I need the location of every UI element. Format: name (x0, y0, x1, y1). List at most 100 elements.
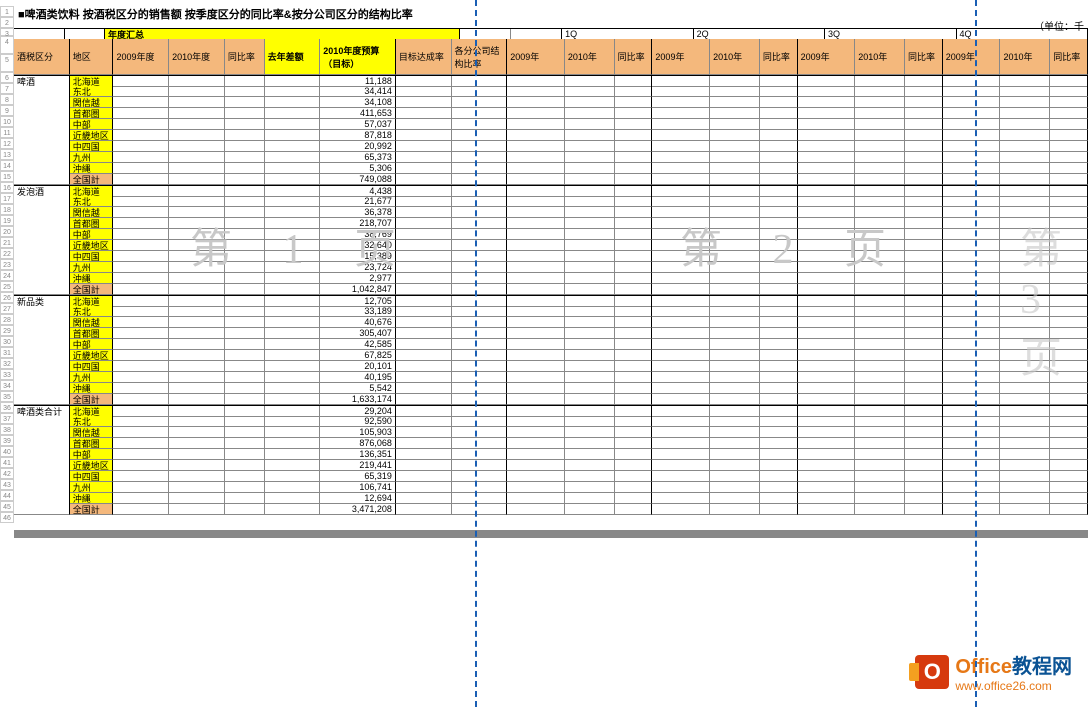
row-header[interactable]: 37 (0, 413, 14, 424)
row-header[interactable]: 13 (0, 149, 14, 160)
table-row[interactable]: 近畿地区32,640 (14, 240, 1088, 251)
row-header[interactable]: 25 (0, 281, 14, 292)
row-header[interactable]: 4 (0, 36, 14, 54)
row-header[interactable]: 23 (0, 259, 14, 270)
row-header[interactable]: 9 (0, 105, 14, 116)
row-header[interactable]: 42 (0, 468, 14, 479)
row-header[interactable]: 22 (0, 248, 14, 259)
table-row[interactable]: 首都圏218,707 (14, 218, 1088, 229)
row-header[interactable]: 34 (0, 380, 14, 391)
row-header[interactable]: 16 (0, 182, 14, 193)
table-row[interactable]: 中部136,351 (14, 449, 1088, 460)
row-header[interactable]: 44 (0, 490, 14, 501)
row-header[interactable]: 11 (0, 127, 14, 138)
table-row[interactable]: 関信越105,903 (14, 427, 1088, 438)
row-header[interactable]: 36 (0, 402, 14, 413)
table-row[interactable]: 东北33,189 (14, 306, 1088, 317)
logo-title: Office教程网 (955, 650, 1072, 679)
row-header[interactable]: 46 (0, 512, 14, 523)
row-header[interactable]: 31 (0, 347, 14, 358)
budget-cell: 12,694 (320, 493, 396, 504)
row-header[interactable]: 2 (0, 17, 14, 28)
row-header[interactable]: 5 (0, 54, 14, 72)
table-row[interactable]: 全国計1,633,174 (14, 394, 1088, 405)
table-row[interactable]: 啤酒类合计北海道29,204 (14, 405, 1088, 416)
empty-row (14, 515, 1088, 526)
table-row[interactable]: 全国計1,042,847 (14, 284, 1088, 295)
row-header[interactable]: 39 (0, 435, 14, 446)
row-header[interactable]: 18 (0, 204, 14, 215)
row-header[interactable]: 24 (0, 270, 14, 281)
tax-class-cell (14, 108, 70, 119)
row-header[interactable]: 33 (0, 369, 14, 380)
table-row[interactable]: 首都圏411,653 (14, 108, 1088, 119)
table-row[interactable]: 中四国15,389 (14, 251, 1088, 262)
row-header[interactable]: 14 (0, 160, 14, 171)
row-header[interactable]: 10 (0, 116, 14, 127)
table-row[interactable]: 沖縄2,977 (14, 273, 1088, 284)
row-header[interactable]: 41 (0, 457, 14, 468)
row-header[interactable]: 28 (0, 314, 14, 325)
row-header[interactable]: 19 (0, 215, 14, 226)
table-row[interactable]: 中部38,769 (14, 229, 1088, 240)
table-row[interactable]: 首都圏876,068 (14, 438, 1088, 449)
row-header[interactable]: 20 (0, 226, 14, 237)
table-row[interactable]: 関信越36,378 (14, 207, 1088, 218)
table-row[interactable]: 首都圏305,407 (14, 328, 1088, 339)
hdr-budget: 2010年度预算（目标） (320, 39, 396, 75)
table-row[interactable]: 沖縄12,694 (14, 493, 1088, 504)
table-row[interactable]: 中四国20,992 (14, 141, 1088, 152)
row-header[interactable]: 43 (0, 479, 14, 490)
table-row[interactable]: 东北34,414 (14, 86, 1088, 97)
row-header[interactable]: 35 (0, 391, 14, 402)
table-row[interactable]: 九州23,724 (14, 262, 1088, 273)
table-row[interactable]: 中四国20,101 (14, 361, 1088, 372)
row-header[interactable]: 12 (0, 138, 14, 149)
row-header[interactable]: 21 (0, 237, 14, 248)
table-row[interactable]: 九州40,195 (14, 372, 1088, 383)
row-header[interactable]: 38 (0, 424, 14, 435)
site-logo[interactable]: O Office教程网 www.office26.com (915, 650, 1072, 693)
row-header[interactable]: 17 (0, 193, 14, 204)
tax-class-cell (14, 240, 70, 251)
budget-cell: 136,351 (320, 449, 396, 460)
table-row[interactable]: 近畿地区219,441 (14, 460, 1088, 471)
row-header[interactable]: 40 (0, 446, 14, 457)
table-row[interactable]: 东北21,677 (14, 196, 1088, 207)
budget-cell: 40,195 (320, 372, 396, 383)
row-header[interactable]: 45 (0, 501, 14, 512)
table-row[interactable]: 近畿地区67,825 (14, 350, 1088, 361)
table-row[interactable]: 関信越34,108 (14, 97, 1088, 108)
table-row[interactable]: 中部42,585 (14, 339, 1088, 350)
table-row[interactable]: 中四国65,319 (14, 471, 1088, 482)
table-row[interactable]: 九州65,373 (14, 152, 1088, 163)
row-header[interactable]: 8 (0, 94, 14, 105)
budget-cell: 67,825 (320, 350, 396, 361)
row-header[interactable]: 32 (0, 358, 14, 369)
table-row[interactable]: 全国計3,471,208 (14, 504, 1088, 515)
table-row[interactable]: 啤酒北海道11,188 (14, 75, 1088, 86)
tax-class-cell (14, 196, 70, 207)
table-row[interactable]: 新品类北海道12,705 (14, 295, 1088, 306)
data-body: 啤酒北海道11,188东北34,414関信越34,108首都圏411,653中部… (14, 75, 1088, 526)
tax-class-cell (14, 449, 70, 460)
row-header[interactable]: 7 (0, 83, 14, 94)
row-header[interactable]: 26 (0, 292, 14, 303)
table-row[interactable]: 中部57,037 (14, 119, 1088, 130)
row-header[interactable]: 6 (0, 72, 14, 83)
row-header[interactable]: 30 (0, 336, 14, 347)
table-row[interactable]: 发泡酒北海道4,438 (14, 185, 1088, 196)
row-header[interactable]: 29 (0, 325, 14, 336)
table-row[interactable]: 近畿地区87,818 (14, 130, 1088, 141)
table-row[interactable]: 沖縄5,542 (14, 383, 1088, 394)
row-header[interactable]: 15 (0, 171, 14, 182)
row-header[interactable]: 27 (0, 303, 14, 314)
table-row[interactable]: 九州106,741 (14, 482, 1088, 493)
table-row[interactable]: 関信越40,676 (14, 317, 1088, 328)
table-row[interactable]: 沖縄5,306 (14, 163, 1088, 174)
row-header[interactable]: 3 (0, 28, 14, 36)
row-header[interactable]: 1 (0, 6, 14, 17)
table-row[interactable]: 全国計749,088 (14, 174, 1088, 185)
table-row[interactable]: 东北92,590 (14, 416, 1088, 427)
budget-cell: 411,653 (320, 108, 396, 119)
